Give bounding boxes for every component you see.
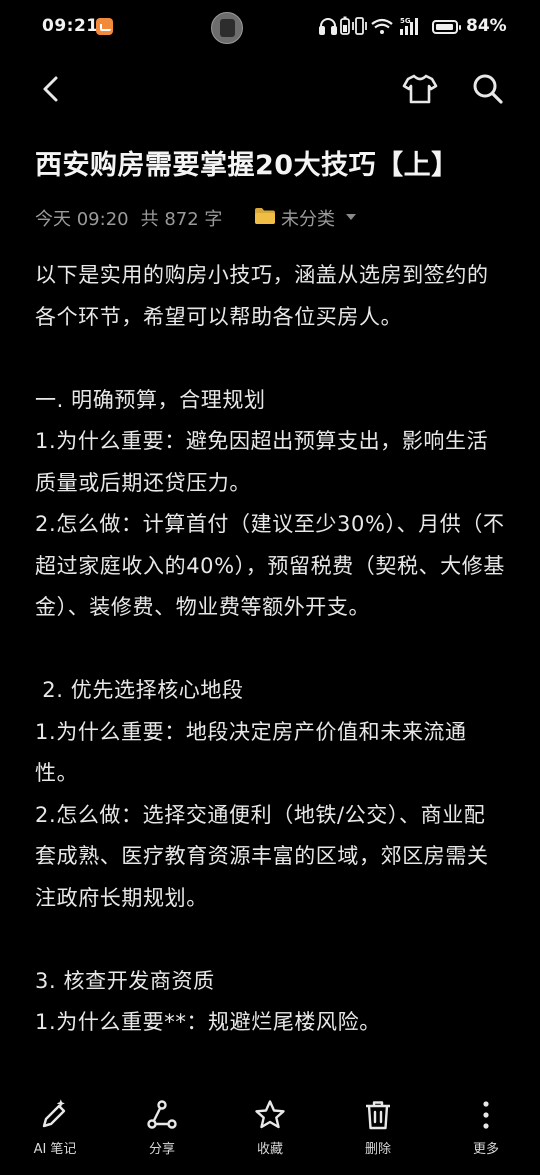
paragraph: 一. 明确预算，合理规划 [35, 387, 266, 412]
share-icon [147, 1100, 177, 1129]
paragraph: 以下是实用的购房小技巧，涵盖从选房到签约的各个环节，希望可以帮助各位买房人。 [35, 263, 489, 329]
battery-icon [432, 20, 461, 34]
headphones-icon [319, 18, 337, 35]
ai-note-label: AI 笔记 [33, 1142, 77, 1157]
note-title: 西安购房需要掌握20大技巧【上】 [35, 150, 459, 181]
tshirt-icon[interactable] [398, 67, 442, 111]
favorite-label: 收藏 [256, 1142, 283, 1157]
share-button[interactable]: 分享 [122, 1098, 202, 1157]
search-icon[interactable] [466, 67, 510, 111]
vibrate-icon [352, 17, 367, 35]
app-notification-icon [96, 18, 113, 35]
word-count: 共 872 字 [140, 209, 223, 230]
star-icon [255, 1100, 285, 1129]
paragraph: 2.怎么做：选择交通便利（地铁/公交）、商业配套成熟、医疗教育资源丰富的区域，郊… [35, 802, 489, 910]
chevron-left-icon[interactable] [30, 67, 74, 111]
bottom-action-bar: AI 笔记 分享 收藏 删除 更多 [0, 1090, 540, 1175]
paragraph: 1.为什么重要：地段决定房产价值和未来流通性。 [35, 719, 467, 786]
delete-button[interactable]: 删除 [338, 1098, 418, 1157]
signal-label: 5G [400, 17, 411, 25]
trash-icon [366, 1101, 390, 1130]
status-time: 09:21 [42, 16, 99, 36]
paragraph: 2. 优先选择核心地段 [35, 678, 244, 702]
more-vertical-icon [483, 1101, 489, 1129]
more-button[interactable]: 更多 [446, 1098, 526, 1157]
note-meta: 今天 09:20 共 872 字 [35, 205, 222, 231]
paragraph: 1.为什么重要**：规避烂尾楼风险。 [35, 1010, 381, 1034]
favorite-button[interactable]: 收藏 [230, 1098, 310, 1157]
paragraph: 1.为什么重要：避免因超出预算支出，影响生活质量或后期还贷压力。 [35, 429, 489, 495]
ai-note-button[interactable]: AI 笔记 [15, 1098, 95, 1157]
paragraph: 3. 核查开发商资质 [35, 968, 215, 993]
more-label: 更多 [472, 1142, 499, 1157]
wifi-icon [371, 18, 393, 34]
folder-name[interactable]: 未分类 [281, 205, 335, 231]
folder-icon[interactable] [254, 207, 276, 225]
battery-saver-icon [340, 16, 350, 35]
note-date: 今天 09:20 [35, 209, 129, 230]
dropdown-caret-icon[interactable] [346, 214, 356, 220]
paragraph: 2.怎么做：计算首付（建议至少30%）、月供（不超过家庭收入的40%），预留税费… [35, 512, 505, 619]
share-label: 分享 [148, 1142, 175, 1157]
delete-label: 删除 [364, 1142, 391, 1157]
avatar [211, 12, 243, 44]
status-bar: 09:21 5G 84% [0, 0, 540, 56]
status-icons: 5G [319, 16, 418, 35]
battery-percent: 84% [466, 16, 507, 36]
ai-pen-icon [42, 1099, 66, 1128]
note-body[interactable]: 以下是实用的购房小技巧，涵盖从选房到签约的各个环节，希望可以帮助各位买房人。 一… [35, 255, 505, 1044]
note-toolbar [0, 60, 540, 120]
